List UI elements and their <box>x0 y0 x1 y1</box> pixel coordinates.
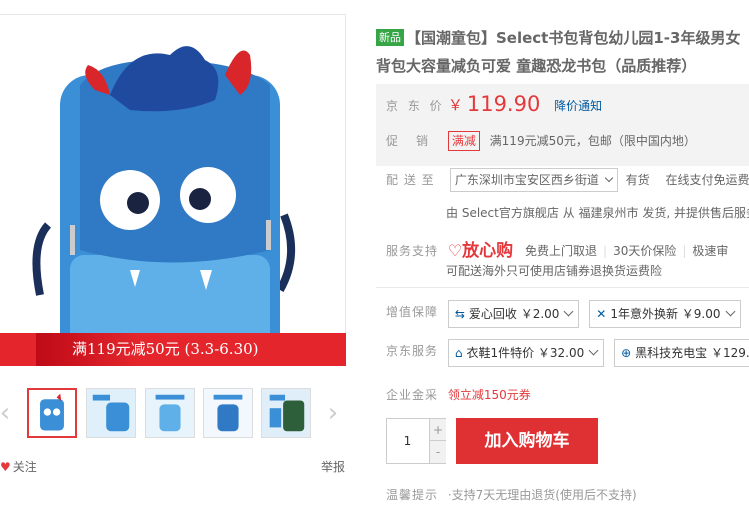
service-row: 服务支持 ♡放心购 免费上门取退 | 30天价保险 | 极速审 <box>386 236 728 261</box>
enterprise-coupon-link[interactable]: 领立减150元券 <box>448 388 531 402</box>
option-clothing-text: 衣鞋1件特价 ￥32.00 <box>466 346 585 360</box>
enterprise-label: 企业金采 <box>386 388 439 402</box>
heart-outline-icon: ♡ <box>447 241 463 260</box>
option-replace[interactable]: ✕ 1年意外换新 ￥9.00 <box>589 300 741 328</box>
option-charger-text: 黑科技充电宝 ￥129. <box>635 346 749 360</box>
charger-icon: ⊕ <box>621 346 632 360</box>
promo-label: 促 销 <box>386 134 432 148</box>
shop-link[interactable]: Select官方旗舰店 <box>462 206 559 220</box>
follow-label: 关注 <box>12 460 37 474</box>
option-recycle-text: 爱心回收 ￥2.00 <box>468 307 560 321</box>
price-row: 京 东 价 ￥ 119.90 降价通知 <box>386 92 602 122</box>
value-added-row: 增值保障 ⇆ 爱心回收 ￥2.00 ✕ 1年意外换新 ￥9.00 <box>386 300 747 328</box>
jd-service-label: 京东服务 <box>386 344 439 358</box>
thumbnail-4[interactable] <box>203 388 253 438</box>
delivery-label: 配 送 至 <box>386 173 435 187</box>
thumbnail-5[interactable] <box>261 388 311 438</box>
thumbnail-2[interactable] <box>86 388 136 438</box>
peace-of-mind-logo[interactable]: ♡放心购 <box>448 241 513 261</box>
heart-icon: ♥ <box>0 460 11 474</box>
promo-text: 满119元减50元，包邮（限中国内地） <box>489 134 696 148</box>
new-badge: 新品 <box>376 29 404 46</box>
product-title: 新品 【国潮童包】Select书包背包幼儿园1-3年级男女 背包大容量减负可爱 童… <box>376 24 749 80</box>
service-label: 服务支持 <box>386 244 439 258</box>
seller-row: 由 Select官方旗舰店 从 福建泉州市 发货, 并提供售后服务 <box>446 204 749 221</box>
price-panel: 京 东 价 ￥ 119.90 降价通知 促 销 满减 满119元减50元，包邮（限… <box>376 84 749 166</box>
chevron-down-icon <box>563 306 574 317</box>
title-line-1: 【国潮童包】Select书包背包幼儿园1-3年级男女 <box>406 29 741 47</box>
price-label: 京 东 价 <box>386 99 445 113</box>
thumbnail-strip: ‹ › <box>0 384 346 442</box>
add-to-cart-button[interactable]: 加入购物车 <box>456 418 598 464</box>
seller-suffix: 从 福建泉州市 发货, 并提供售后服务 <box>562 206 749 220</box>
main-product-image <box>0 14 346 366</box>
jd-service-row: 京东服务 ⌂ 衣鞋1件特价 ￥32.00 ⊕ 黑科技充电宝 ￥129. <box>386 339 749 367</box>
follow-button[interactable]: ♥ 关注 <box>0 458 37 475</box>
quantity-input[interactable]: 1 <box>387 419 428 463</box>
prev-thumb-arrow[interactable]: ‹ <box>0 398 14 428</box>
option-charger[interactable]: ⊕ 黑科技充电宝 ￥129. <box>614 339 749 367</box>
option-recycle[interactable]: ⇆ 爱心回收 ￥2.00 <box>447 300 580 328</box>
report-link[interactable]: 举报 <box>321 458 345 475</box>
tips-label: 温馨提示 <box>386 488 439 502</box>
service-note-row: 可配送海外只可使用店铺券退换货运费险 <box>446 262 662 279</box>
service-item-price-protect[interactable]: 30天价保险 <box>613 244 676 258</box>
recycle-icon: ⇆ <box>454 307 465 321</box>
option-replace-text: 1年意外换新 ￥9.00 <box>610 307 721 321</box>
service-item-fast-review[interactable]: 极速审 <box>692 244 728 258</box>
service-note: 可配送海外只可使用店铺券退换货运费险 <box>446 264 663 278</box>
tips-text: ·支持7天无理由退货(使用后不支持) <box>447 488 637 502</box>
service-separator: | <box>603 244 608 258</box>
free-shipping-text: 在线支付免运费 <box>665 173 749 187</box>
delivery-row: 配 送 至 广东深圳市宝安区西乡街道 有货 在线支付免运费 <box>386 168 749 192</box>
chevron-down-icon <box>588 345 599 356</box>
price-value: 119.90 <box>466 92 541 116</box>
thumbnail-1[interactable] <box>27 388 77 438</box>
next-thumb-arrow[interactable]: › <box>324 398 342 428</box>
promo-tag[interactable]: 满减 <box>447 131 480 151</box>
enterprise-row: 企业金采 领立减150元券 <box>386 386 531 403</box>
promo-banner: 满119元减50元 (3.3-6.30) <box>0 333 346 366</box>
quantity-minus-button[interactable]: - <box>429 441 446 463</box>
service-separator: | <box>682 244 687 258</box>
address-selector[interactable]: 广东深圳市宝安区西乡街道 <box>449 168 618 192</box>
price-drop-notify-link[interactable]: 降价通知 <box>554 99 602 113</box>
service-logo-text: 放心购 <box>462 241 514 261</box>
backpack-illustration <box>32 46 296 365</box>
section-divider <box>376 287 749 288</box>
promo-row: 促 销 满减 满119元减50元，包邮（限中国内地） <box>386 130 696 154</box>
service-item-pickup[interactable]: 免费上门取退 <box>525 244 597 258</box>
currency-symbol: ￥ <box>447 96 463 114</box>
quantity-stepper: 1 + - <box>386 418 446 464</box>
stock-status: 有货 <box>625 173 650 187</box>
value-added-label: 增值保障 <box>386 305 439 319</box>
option-clothing[interactable]: ⌂ 衣鞋1件特价 ￥32.00 <box>447 339 605 367</box>
seller-prefix: 由 <box>446 206 459 220</box>
quantity-plus-button[interactable]: + <box>429 419 446 441</box>
thumbnail-3[interactable] <box>145 388 195 438</box>
shoe-icon: ⌂ <box>454 346 463 360</box>
wrench-icon: ✕ <box>596 307 607 321</box>
tips-row: 温馨提示 ·支持7天无理由退货(使用后不支持) <box>386 486 637 503</box>
title-line-2: 背包大容量减负可爱 童趣恐龙书包（品质推荐） <box>376 57 697 75</box>
chevron-down-icon <box>725 306 735 317</box>
